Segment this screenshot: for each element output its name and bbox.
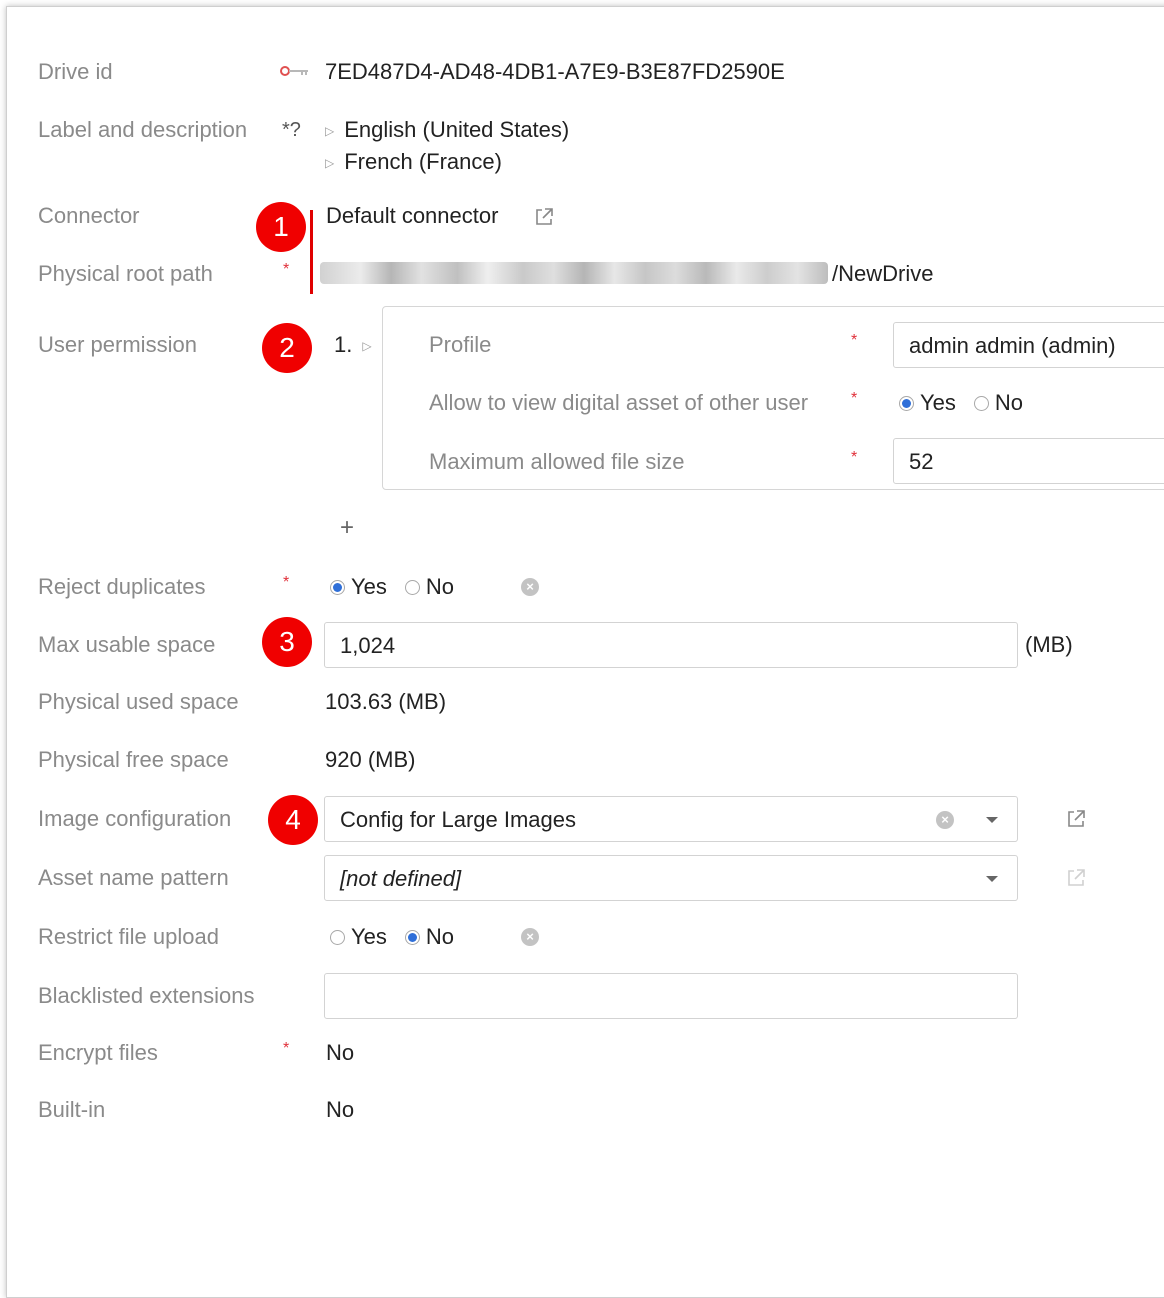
reject-duplicates-label: Reject duplicates: [38, 574, 206, 599]
physical-root-path-label: Physical root path: [38, 261, 213, 286]
reject-duplicates-no[interactable]: No: [404, 573, 454, 601]
clear-icon[interactable]: ×: [521, 928, 539, 946]
image-configuration-label: Image configuration: [38, 806, 232, 831]
asset-name-pattern-select[interactable]: [not defined]: [324, 855, 1018, 901]
radio-selected: [404, 930, 420, 945]
drive-id-value: 7ED487D4-AD48-4DB1-A7E9-B3E87FD2590E: [325, 59, 785, 84]
required-asterisk: *: [851, 449, 858, 466]
physical-free-space-label: Physical free space: [38, 747, 229, 772]
encrypt-files-value: No: [326, 1040, 355, 1065]
allow-view-label: Allow to view digital asset of other use…: [429, 390, 809, 415]
allow-view-yes[interactable]: Yes: [899, 389, 956, 417]
connector-label: Connector: [38, 203, 140, 228]
blacklisted-extensions-label: Blacklisted extensions: [38, 983, 255, 1008]
radio-selected: [330, 580, 345, 595]
clear-icon[interactable]: ×: [521, 578, 539, 596]
expand-triangle-icon: ▷: [362, 339, 372, 353]
dropdown-caret-icon[interactable]: [986, 876, 998, 882]
radio-unselected: [404, 580, 420, 595]
radio-selected: [899, 396, 914, 411]
annotation-badge-2: 2: [262, 323, 312, 373]
built-in-label: Built-in: [38, 1097, 106, 1122]
physical-root-path-value: /NewDrive: [832, 261, 934, 286]
radio-unselected: [973, 396, 989, 411]
drive-id-label: Drive id: [38, 59, 113, 84]
external-link-icon: [1068, 869, 1085, 886]
clear-icon[interactable]: ×: [936, 811, 954, 829]
reject-duplicates-yes[interactable]: Yes: [330, 573, 387, 601]
radio-unselected: [330, 930, 345, 945]
profile-select[interactable]: admin admin (admin): [893, 322, 1164, 368]
reject-duplicates-radio-group: Yes No: [330, 573, 472, 601]
add-icon[interactable]: +: [340, 514, 354, 542]
user-permission-label: User permission: [38, 332, 197, 357]
restrict-file-upload-radio-group: Yes No: [330, 923, 472, 951]
required-asterisk: *: [283, 574, 290, 591]
permission-entry-index[interactable]: 1. ▷: [334, 331, 382, 360]
blacklisted-extensions-input[interactable]: [324, 973, 1018, 1019]
max-file-size-label: Maximum allowed file size: [429, 449, 685, 474]
expand-triangle-icon: ▷: [325, 156, 335, 170]
required-asterisk: *: [851, 332, 858, 349]
required-asterisk: *: [851, 390, 858, 407]
external-link-icon[interactable]: [533, 206, 555, 228]
external-link-icon[interactable]: [1065, 808, 1087, 830]
annotation-badge-3: 3: [262, 617, 312, 667]
blurred-path-prefix: [320, 262, 828, 284]
physical-used-space-value: 103.63 (MB): [325, 689, 447, 714]
language-item-english[interactable]: ▷ English (United States): [325, 116, 569, 145]
image-configuration-select[interactable]: Config for Large Images: [324, 796, 1018, 842]
max-usable-space-label: Max usable space: [38, 632, 216, 657]
restrict-file-upload-label: Restrict file upload: [38, 924, 219, 949]
key-icon: [280, 66, 308, 76]
label-description-label: Label and description: [38, 117, 248, 142]
restrict-file-upload-no[interactable]: No: [404, 923, 454, 951]
max-file-size-input[interactable]: 52: [893, 438, 1164, 484]
physical-free-space-value: 920 (MB): [325, 747, 416, 772]
max-usable-space-input[interactable]: 1,024: [324, 622, 1018, 668]
dropdown-caret-icon[interactable]: [986, 817, 998, 823]
expand-triangle-icon: ▷: [325, 124, 335, 138]
required-asterisk: *: [283, 1040, 290, 1057]
allow-view-no[interactable]: No: [973, 389, 1023, 417]
built-in-value: No: [326, 1097, 355, 1122]
physical-used-space-label: Physical used space: [38, 689, 239, 714]
language-item-french[interactable]: ▷ French (France): [325, 148, 502, 177]
restrict-file-upload-yes[interactable]: Yes: [330, 923, 387, 951]
asset-name-pattern-label: Asset name pattern: [38, 865, 229, 890]
label-description-required-mark: *?: [282, 119, 301, 141]
annotation-bracket: [310, 210, 313, 294]
profile-label: Profile: [429, 332, 492, 357]
annotation-badge-1: 1: [256, 202, 306, 252]
allow-view-radio-group: Yes No: [899, 389, 1041, 417]
required-asterisk: *: [283, 261, 290, 278]
connector-value: Default connector: [326, 203, 499, 228]
encrypt-files-label: Encrypt files: [38, 1040, 158, 1065]
max-usable-space-unit: (MB): [1025, 632, 1073, 657]
annotation-badge-4: 4: [268, 795, 318, 845]
